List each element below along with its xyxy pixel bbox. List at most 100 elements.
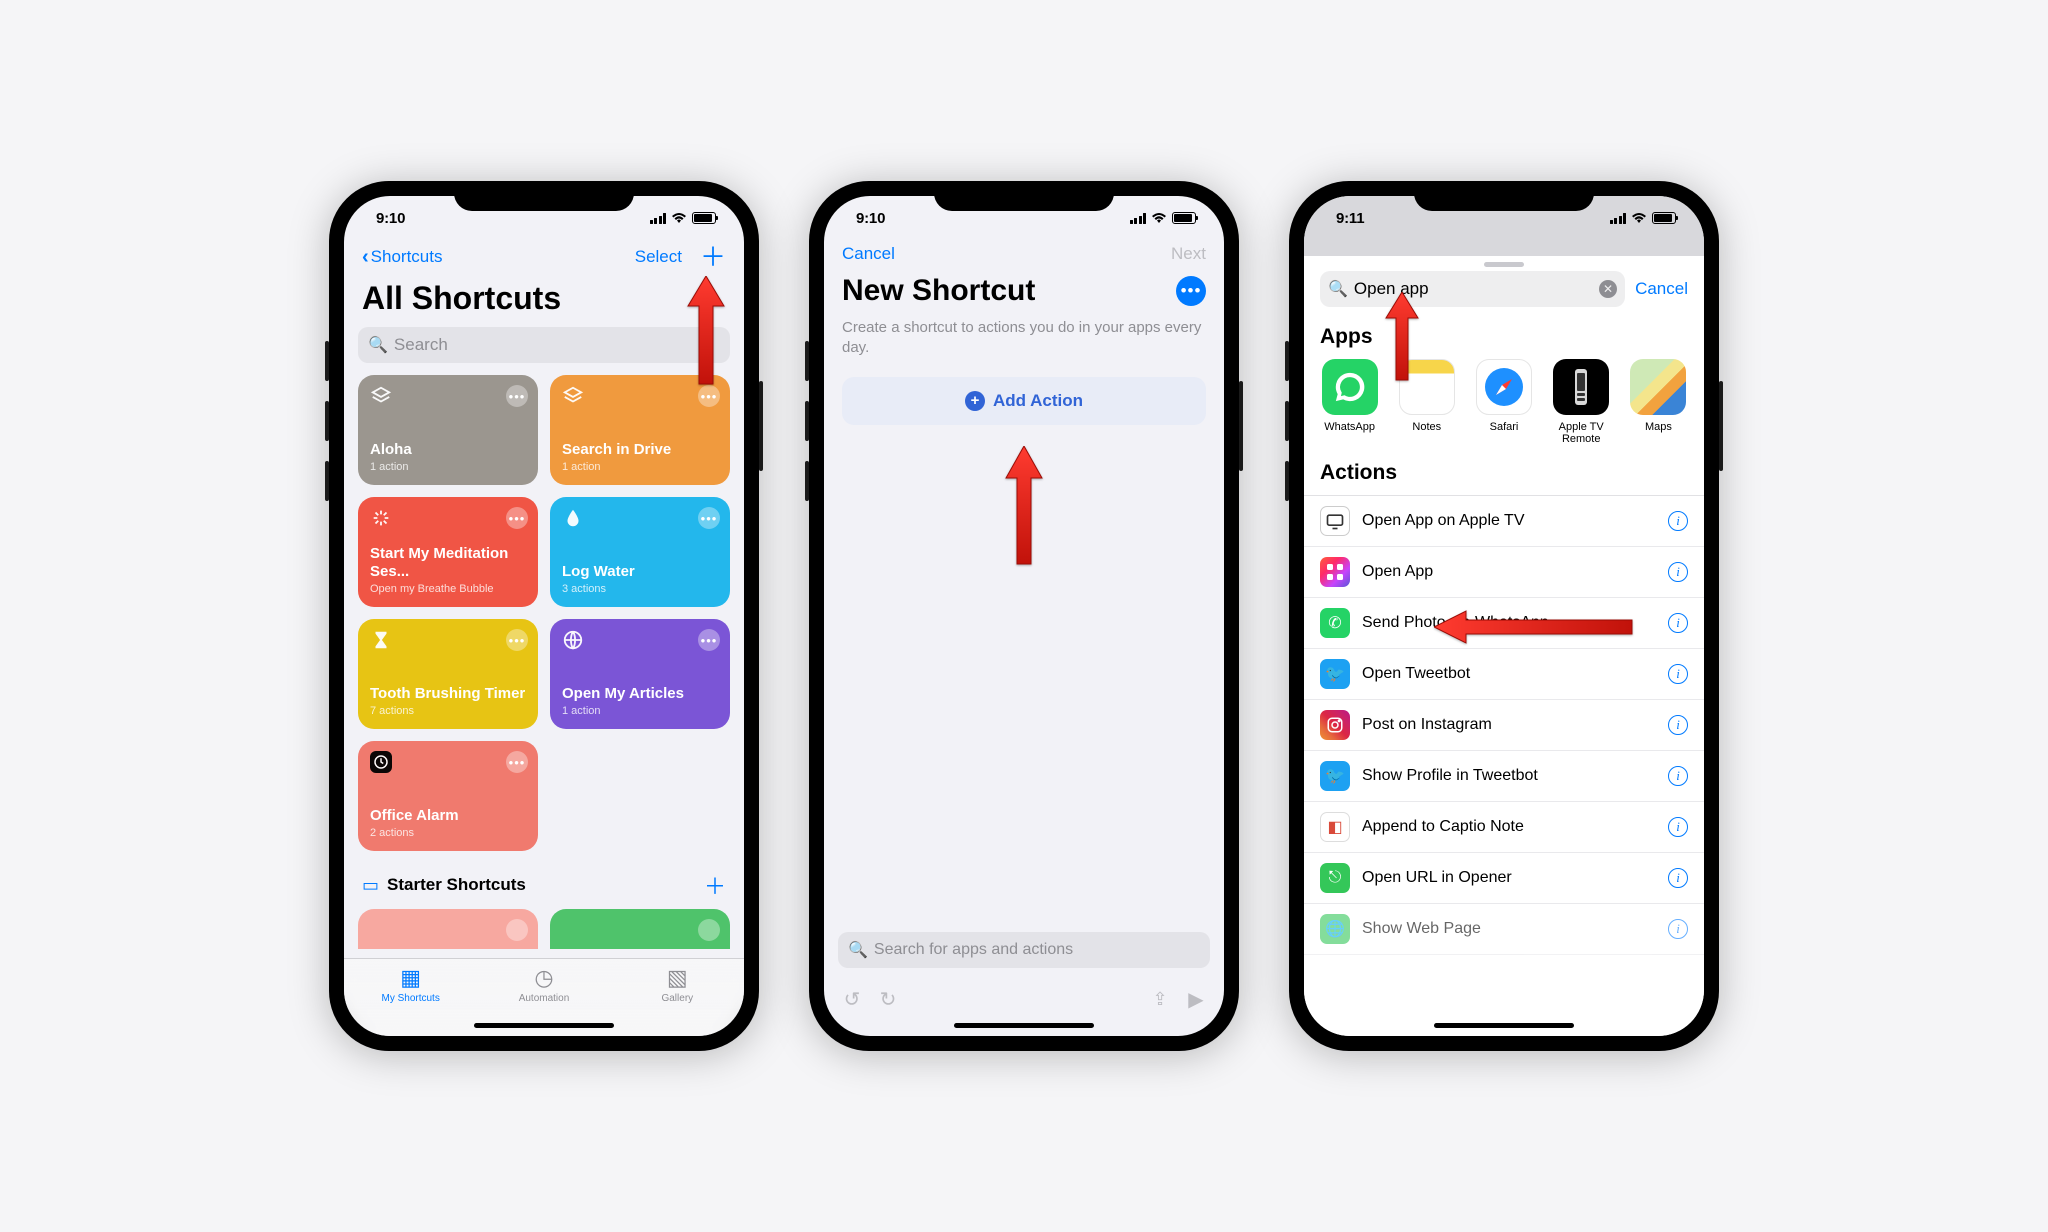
more-icon[interactable]: •••	[506, 385, 528, 407]
action-open-url-opener[interactable]: ⎋ Open URL in Opener i	[1304, 853, 1704, 904]
starter-tile-2[interactable]	[550, 909, 730, 949]
app-whatsapp[interactable]: WhatsApp	[1320, 359, 1379, 445]
starter-shortcuts-header[interactable]: ▭ Starter Shortcuts ＋	[344, 851, 744, 909]
sheet: 🔍 Open app ✕ Cancel Apps WhatsApp Notes	[1304, 256, 1704, 1036]
tab-my-shortcuts[interactable]: ▦ My Shortcuts	[344, 959, 477, 1016]
screen-new-shortcut: 9:10 Cancel Next New Shortcut ••• Create…	[824, 196, 1224, 1036]
actions-list: Open App on Apple TV i Open App i ✆ Send…	[1304, 495, 1704, 955]
info-icon[interactable]: i	[1668, 613, 1688, 633]
tile-sub: 2 actions	[370, 827, 526, 839]
chevron-left-icon: ‹	[362, 246, 369, 269]
tile-log-water[interactable]: ••• Log Water 3 actions	[550, 497, 730, 607]
tile-aloha[interactable]: ••• Aloha 1 action	[358, 375, 538, 485]
battery-icon	[692, 212, 716, 224]
play-icon[interactable]: ▶	[1178, 987, 1214, 1012]
info-icon[interactable]: i	[1668, 511, 1688, 531]
action-label: Open App on Apple TV	[1362, 512, 1656, 530]
add-action-label: Add Action	[993, 391, 1083, 411]
maps-icon	[1630, 359, 1686, 415]
sheet-grabber[interactable]	[1484, 262, 1524, 267]
search-actions-input[interactable]: 🔍 Search for apps and actions	[838, 932, 1210, 968]
action-label: Show Web Page	[1362, 920, 1656, 938]
status-icons	[650, 212, 717, 224]
page-title: All Shortcuts	[344, 280, 744, 327]
action-open-app-appletv[interactable]: Open App on Apple TV i	[1304, 496, 1704, 547]
next-button[interactable]: Next	[1171, 244, 1206, 264]
more-icon[interactable]: •••	[698, 385, 720, 407]
info-icon[interactable]: i	[1668, 562, 1688, 582]
clear-icon[interactable]: ✕	[1599, 280, 1617, 298]
tab-automation[interactable]: ◷ Automation	[477, 959, 610, 1016]
signal-icon	[1130, 213, 1147, 224]
more-icon[interactable]: •••	[1176, 276, 1206, 306]
tile-meditation[interactable]: ••• Start My Meditation Ses... Open my B…	[358, 497, 538, 607]
info-icon[interactable]: i	[1668, 919, 1688, 939]
more-icon[interactable]: •••	[506, 629, 528, 651]
share-icon[interactable]: ⇪	[1142, 989, 1178, 1010]
starter-label: Starter Shortcuts	[387, 875, 526, 895]
plus-icon[interactable]: ＋	[700, 244, 726, 270]
redo-icon[interactable]: ↻	[870, 987, 906, 1012]
title-row: New Shortcut •••	[824, 274, 1224, 318]
add-action-button[interactable]: + Add Action	[842, 377, 1206, 425]
cancel-button[interactable]: Cancel	[1635, 279, 1688, 299]
search-input[interactable]: 🔍 Open app ✕	[1320, 271, 1625, 307]
opener-icon: ⎋	[1320, 863, 1350, 893]
info-icon[interactable]: i	[1668, 766, 1688, 786]
web-icon: 🌐	[1320, 914, 1350, 944]
subtitle-text: Create a shortcut to actions you do in y…	[824, 318, 1224, 359]
home-indicator[interactable]	[1434, 1023, 1574, 1028]
action-label: Open Tweetbot	[1362, 665, 1656, 683]
action-open-app[interactable]: Open App i	[1304, 547, 1704, 598]
annotation-arrow-left	[1434, 609, 1634, 645]
add-starter-icon[interactable]: ＋	[704, 869, 726, 901]
annotation-arrow-up	[686, 276, 726, 386]
tile-label: Log Water	[562, 563, 718, 581]
wifi-icon	[1631, 212, 1647, 224]
tile-office-alarm[interactable]: ••• Office Alarm 2 actions	[358, 741, 538, 851]
info-icon[interactable]: i	[1668, 817, 1688, 837]
action-append-captio[interactable]: ◧ Append to Captio Note i	[1304, 802, 1704, 853]
back-button[interactable]: ‹ Shortcuts	[362, 246, 442, 269]
starter-tile-1[interactable]	[358, 909, 538, 949]
home-indicator[interactable]	[474, 1023, 614, 1028]
search-icon: 🔍	[848, 940, 868, 960]
tile-open-articles[interactable]: ••• Open My Articles 1 action	[550, 619, 730, 729]
tile-label: Tooth Brushing Timer	[370, 685, 526, 703]
tile-label: Search in Drive	[562, 441, 718, 459]
signal-icon	[650, 213, 667, 224]
tab-gallery[interactable]: ▧ Gallery	[611, 959, 744, 1016]
app-safari[interactable]: Safari	[1474, 359, 1533, 445]
action-show-web-page[interactable]: 🌐 Show Web Page i	[1304, 904, 1704, 955]
phone-2: 9:10 Cancel Next New Shortcut ••• Create…	[809, 181, 1239, 1051]
tile-sub: 3 actions	[562, 583, 718, 595]
automation-icon: ◷	[534, 965, 553, 991]
apple-tv-icon	[1553, 359, 1609, 415]
cancel-button[interactable]: Cancel	[842, 244, 895, 264]
stack-icon	[370, 385, 392, 407]
more-icon[interactable]: •••	[506, 507, 528, 529]
tile-sub: 1 action	[562, 705, 718, 717]
notch	[934, 181, 1114, 211]
info-icon[interactable]: i	[1668, 664, 1688, 684]
battery-icon	[1652, 212, 1676, 224]
more-icon[interactable]: •••	[506, 751, 528, 773]
app-maps[interactable]: Maps	[1629, 359, 1688, 445]
info-icon[interactable]: i	[1668, 715, 1688, 735]
undo-icon[interactable]: ↺	[834, 987, 870, 1012]
action-open-tweetbot[interactable]: 🐦 Open Tweetbot i	[1304, 649, 1704, 700]
tile-search-drive[interactable]: ••• Search in Drive 1 action	[550, 375, 730, 485]
app-apple-tv-remote[interactable]: Apple TV Remote	[1552, 359, 1611, 445]
action-post-instagram[interactable]: Post on Instagram i	[1304, 700, 1704, 751]
more-icon[interactable]: •••	[698, 629, 720, 651]
search-input[interactable]: 🔍 Search	[358, 327, 730, 363]
home-indicator[interactable]	[954, 1023, 1094, 1028]
app-label: WhatsApp	[1324, 421, 1375, 433]
action-label: Post on Instagram	[1362, 716, 1656, 734]
tile-tooth-timer[interactable]: ••• Tooth Brushing Timer 7 actions	[358, 619, 538, 729]
more-icon[interactable]: •••	[698, 507, 720, 529]
action-show-profile-tweetbot[interactable]: 🐦 Show Profile in Tweetbot i	[1304, 751, 1704, 802]
info-icon[interactable]: i	[1668, 868, 1688, 888]
search-placeholder: Search for apps and actions	[874, 941, 1073, 959]
select-button[interactable]: Select	[635, 247, 682, 267]
